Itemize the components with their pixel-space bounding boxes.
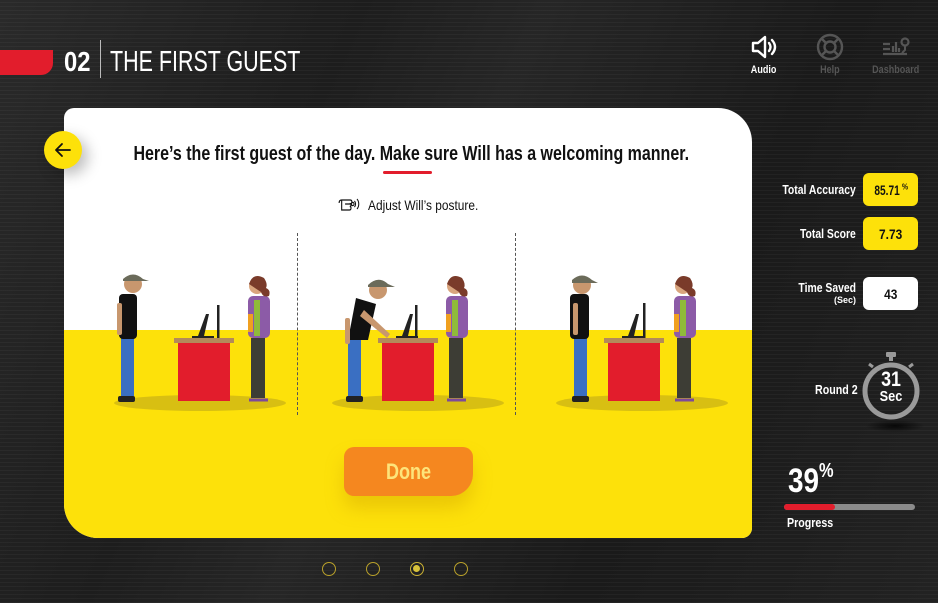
round-label: Round 2: [815, 382, 858, 397]
hint-text: Adjust Will’s posture.: [368, 197, 479, 213]
guest-character: [674, 276, 696, 402]
pagination-dot[interactable]: [454, 562, 468, 576]
progress-percent: 39%: [788, 460, 834, 500]
guest-character: [446, 276, 468, 402]
scene-illustration: [114, 274, 286, 411]
total-accuracy-value: 85.71%: [863, 173, 918, 206]
top-nav: Audio Help Dashboard: [742, 32, 920, 76]
total-score-label: Total Score: [800, 226, 856, 241]
posture-option-1[interactable]: [94, 258, 294, 418]
lifebuoy-icon: [816, 33, 844, 61]
counter: [604, 303, 664, 401]
progress-fill: [784, 504, 836, 510]
dashboard-button[interactable]: Dashboard: [872, 32, 920, 76]
pagination-dots: [322, 562, 468, 576]
header-divider: [100, 40, 101, 78]
option-divider: [297, 233, 298, 415]
time-saved-unit: (Sec): [833, 294, 856, 305]
dashboard-label: Dashboard: [872, 64, 920, 76]
scene-illustration: [556, 275, 728, 411]
instruction-text: Here’s the first guest of the day. Make …: [133, 143, 690, 165]
will-character: [570, 275, 598, 402]
speaker-icon: [751, 35, 777, 59]
pagination-dot[interactable]: [410, 562, 424, 576]
activity-card: Here’s the first guest of the day. Make …: [64, 108, 752, 538]
counter: [378, 305, 438, 401]
pagination-dot[interactable]: [366, 562, 380, 576]
will-character: [117, 274, 149, 402]
hint: Adjust Will’s posture.: [64, 196, 752, 217]
total-score-stat: Total Score 7.73: [786, 217, 918, 250]
posture-option-2[interactable]: [318, 258, 518, 418]
done-button[interactable]: Done: [344, 447, 473, 496]
posture-option-3[interactable]: [542, 258, 742, 418]
total-accuracy-stat: Total Accuracy 85.71%: [764, 173, 918, 206]
timer-shadow: [865, 420, 925, 432]
total-score-value: 7.73: [863, 217, 918, 250]
back-button[interactable]: [44, 131, 82, 169]
arrow-left-icon: [55, 143, 71, 157]
timer-readout: 31 Sec: [860, 368, 922, 405]
audio-label: Audio: [751, 64, 777, 76]
scene-illustration: [332, 276, 504, 411]
help-label: Help: [820, 64, 840, 76]
header-accent-tab: [0, 50, 53, 75]
time-saved-label: Time Saved: [798, 279, 856, 295]
progress-bar: [784, 504, 915, 510]
pagination-dot[interactable]: [322, 562, 336, 576]
time-saved-value: 43: [863, 277, 918, 310]
total-accuracy-label: Total Accuracy: [782, 182, 856, 197]
audio-button[interactable]: Audio: [742, 32, 786, 76]
episode-number: 02: [64, 46, 91, 77]
help-button[interactable]: Help: [808, 32, 852, 76]
timer-value: 31: [881, 368, 901, 391]
counter: [174, 305, 234, 401]
guest-character: [248, 276, 270, 402]
pointing-hand-icon: [338, 198, 360, 211]
episode-title: THE FIRST GUEST: [110, 46, 301, 78]
timer-unit: Sec: [879, 388, 903, 405]
instruction-underline: [383, 171, 432, 174]
progress-label: Progress: [787, 515, 834, 530]
time-saved-stat: Time Saved (Sec) 43: [784, 277, 918, 310]
dashboard-icon: [883, 37, 910, 56]
